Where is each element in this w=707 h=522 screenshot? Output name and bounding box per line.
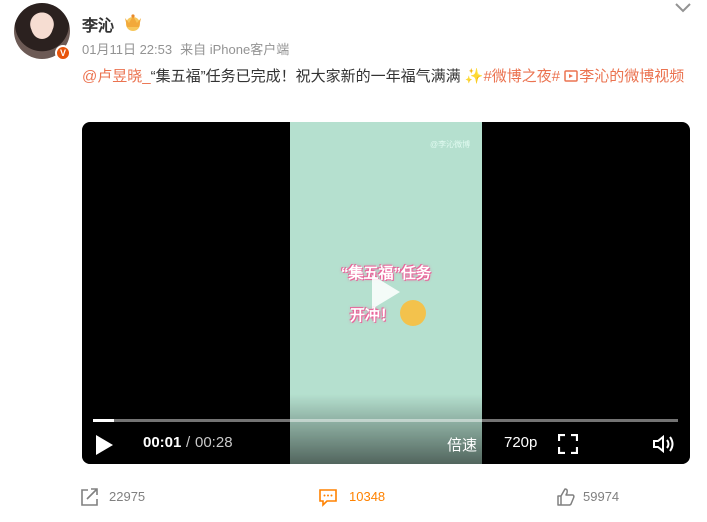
video-player[interactable]: @李沁微博 “集五福”任务 开冲！ 00:01 / 00:28 倍速 720p xyxy=(82,122,690,464)
mention-link[interactable]: @卢昱晓_ xyxy=(82,68,151,85)
post-text: @卢昱晓_“集五福”任务已完成！祝大家新的一年福气满满 ✨#微博之夜# 李沁的微… xyxy=(82,62,694,91)
share-count: 22975 xyxy=(109,489,146,504)
current-time: 00:01 xyxy=(143,434,182,451)
progress-bar[interactable] xyxy=(93,419,678,422)
thumbs-up-icon xyxy=(557,488,575,506)
chevron-down-icon[interactable] xyxy=(674,0,692,14)
speed-button[interactable]: 倍速 xyxy=(447,434,477,455)
fullscreen-icon[interactable] xyxy=(558,434,578,454)
crown-icon xyxy=(125,14,141,31)
quality-button[interactable]: 720p xyxy=(504,434,537,451)
video-link-label: 李沁的微博视频 xyxy=(579,68,685,85)
avatar-face xyxy=(31,13,53,39)
share-icon xyxy=(81,488,98,506)
post-body: “集五福”任务已完成！祝大家新的一年福气满满 xyxy=(150,68,461,85)
username[interactable]: 李沁 xyxy=(82,12,114,36)
controls-bar xyxy=(82,394,690,464)
play-icon[interactable] xyxy=(94,434,114,456)
video-watermark: @李沁微博 xyxy=(430,140,471,149)
comment-icon xyxy=(319,489,337,507)
volume-icon[interactable] xyxy=(652,434,676,454)
post-source: 来自 iPhone客户端 xyxy=(180,42,290,57)
sparkle-emoji: ✨ xyxy=(464,68,484,85)
center-play-icon[interactable] xyxy=(366,272,404,312)
post-date[interactable]: 01月11日 22:53 xyxy=(82,42,172,57)
like-count: 59974 xyxy=(583,489,620,504)
video-link[interactable]: 李沁的微博视频 xyxy=(564,68,684,85)
time-separator: / xyxy=(186,434,191,451)
video-link-icon xyxy=(564,70,579,82)
verified-badge: V xyxy=(55,45,71,61)
duration: 00:28 xyxy=(195,434,233,451)
avatar[interactable]: V xyxy=(14,3,71,61)
post-meta: 01月11日 22:53 来自 iPhone客户端 xyxy=(82,39,289,58)
progress-fill xyxy=(93,419,115,422)
comment-count: 10348 xyxy=(349,489,386,504)
topic-link[interactable]: #微博之夜# xyxy=(483,68,560,85)
